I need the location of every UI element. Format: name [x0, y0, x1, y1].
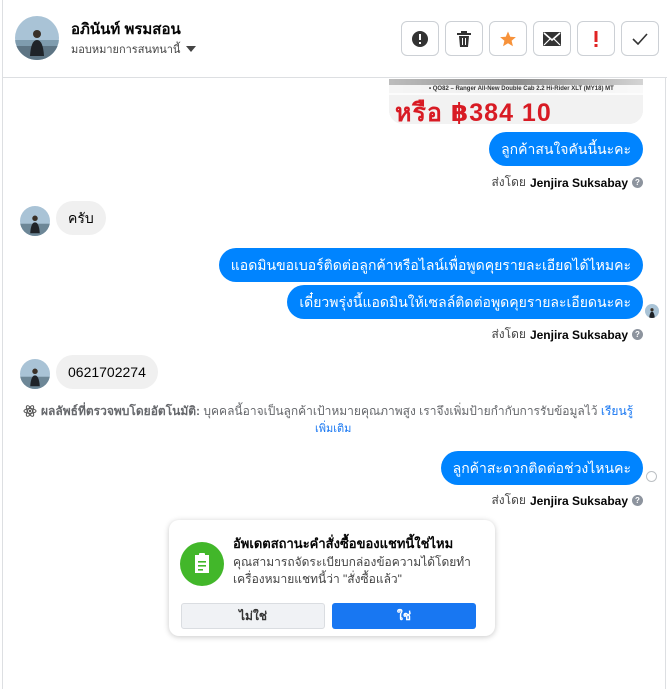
auto-detected-label: ผลลัพธ์ที่ตรวจพบโดยอัตโนมัติ: [41, 404, 201, 418]
order-receipt-icon [180, 542, 224, 586]
delete-button[interactable] [445, 21, 483, 56]
star-button[interactable] [489, 21, 527, 56]
message-incoming[interactable]: 0621702274 [56, 355, 158, 389]
learn-more-link-cont[interactable]: เพิ่มเติม [315, 423, 351, 435]
contact-name: อภินันท์ พรมสอน [71, 21, 181, 38]
assign-label: มอบหมายการสนทนานี้ [71, 44, 181, 56]
sent-status-icon [646, 471, 657, 482]
contact-avatar-small[interactable] [20, 206, 50, 236]
alert-button[interactable] [401, 21, 439, 56]
mark-unread-button[interactable] [533, 21, 571, 56]
info-icon[interactable]: ? [632, 177, 643, 188]
trash-icon [457, 30, 471, 47]
sent-by-label: ส่งโดย Jenjira Suksabay ? [491, 491, 643, 510]
assign-conversation-dropdown[interactable]: มอบหมายการสนทนานี้ [71, 40, 197, 58]
conversation-toolbar [401, 21, 659, 56]
auto-detected-text: บุคคลนี้อาจเป็นลูกค้าเป้าหมายคุณภาพสูง เ… [203, 404, 598, 418]
sent-by-prefix: ส่งโดย [491, 175, 526, 189]
image-caption: • QO82 – Ranger All-New Double Cab 2.2 H… [429, 86, 614, 92]
contact-avatar-small[interactable] [20, 359, 50, 389]
star-icon [500, 31, 516, 46]
learn-more-link[interactable]: เรียนรู้ [601, 404, 633, 418]
caret-down-icon [186, 46, 197, 52]
envelope-icon [543, 31, 561, 46]
yes-button[interactable]: ใช่ [332, 603, 476, 629]
message-outgoing[interactable]: ลูกค้าสะดวกติดต่อช่วงไหนคะ [440, 451, 643, 485]
image-promo-text: หรือ ฿384 10 [395, 99, 552, 124]
atom-icon [23, 405, 37, 417]
alert-circle-icon [412, 30, 428, 47]
info-icon[interactable]: ? [632, 495, 643, 506]
sent-by-prefix: ส่งโดย [491, 327, 526, 341]
message-thread: • QO82 – Ranger All-New Double Cab 2.2 H… [3, 79, 667, 689]
message-outgoing[interactable]: ลูกค้าสนใจคันนี้นะคะ [489, 132, 643, 166]
seen-avatar [645, 304, 659, 318]
info-icon[interactable]: ? [632, 329, 643, 340]
follow-up-button[interactable] [577, 21, 615, 56]
message-incoming[interactable]: ครับ [56, 201, 106, 235]
sent-by-label: ส่งโดย Jenjira Suksabay ? [491, 173, 643, 192]
no-button[interactable]: ไม่ใช่ [181, 603, 325, 629]
contact-avatar[interactable] [15, 16, 59, 60]
card-title: อัพเดตสถานะคำสั่งซื้อของแชทนี้ใช่ไหม [233, 536, 454, 551]
conversation-panel: อภินันท์ พรมสอน มอบหมายการสนทนานี้ • QO8… [2, 0, 667, 689]
agent-name: Jenjira Suksabay [529, 175, 628, 190]
sent-by-prefix: ส่งโดย [491, 493, 526, 507]
card-body: คุณสามารถจัดระเบียบกล่องข้อความได้โดยทำเ… [233, 555, 471, 586]
car-promo-image[interactable]: • QO82 – Ranger All-New Double Cab 2.2 H… [389, 79, 643, 124]
exclamation-icon [594, 30, 598, 47]
agent-name: Jenjira Suksabay [529, 327, 628, 342]
message-outgoing[interactable]: เดี๋ยวพรุ่งนี้แอดมินให้เซลล์ติดต่อพูดคุย… [287, 285, 643, 319]
mark-done-button[interactable] [621, 21, 659, 56]
order-status-prompt: อัพเดตสถานะคำสั่งซื้อของแชทนี้ใช่ไหม คุณ… [169, 520, 495, 636]
message-outgoing[interactable]: แอดมินขอเบอร์ติดต่อลูกค้าหรือไลน์เพื่อพู… [218, 248, 643, 282]
sent-by-label: ส่งโดย Jenjira Suksabay ? [491, 325, 643, 344]
checkmark-icon [632, 32, 648, 45]
agent-name: Jenjira Suksabay [529, 493, 628, 508]
conversation-header: อภินันท์ พรมสอน มอบหมายการสนทนานี้ [3, 0, 667, 78]
